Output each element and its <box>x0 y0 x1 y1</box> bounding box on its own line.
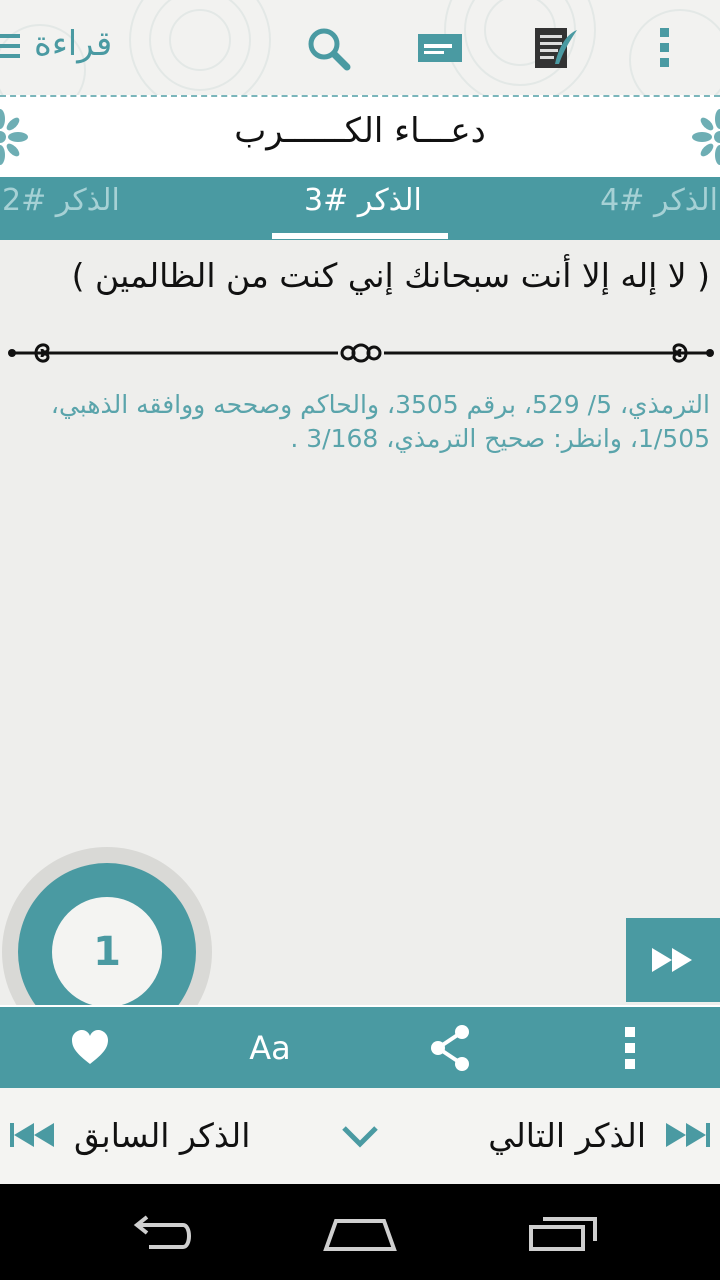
notes-button[interactable] <box>412 22 468 74</box>
home-icon <box>323 1219 397 1251</box>
overflow-menu-button[interactable] <box>636 22 692 74</box>
share-button[interactable] <box>405 1007 495 1088</box>
app-title: قراءة <box>34 24 113 64</box>
recent-apps-icon <box>529 1217 597 1251</box>
overflow-menu-icon <box>660 28 669 67</box>
back-icon <box>133 1215 191 1249</box>
notes-icon <box>418 34 462 62</box>
top-app-bar: قراءة <box>0 0 720 95</box>
write-note-button[interactable] <box>528 22 584 74</box>
chevron-down-icon[interactable] <box>336 1118 384 1154</box>
previous-zikr-button[interactable]: الذكر السابق <box>8 1110 250 1160</box>
skip-forward-button[interactable] <box>626 918 720 1002</box>
action-bar: Aa <box>0 1005 720 1088</box>
counter-value: 1 <box>93 929 121 975</box>
search-button[interactable] <box>300 22 356 74</box>
zikr-text: ( لا إله إلا أنت سبحانك إني كنت من الظال… <box>71 256 710 295</box>
counter-face: 1 <box>52 897 162 1005</box>
tasbeeh-counter[interactable]: 1 <box>0 845 215 1005</box>
section-header: دعـــاء الكــــــرب <box>0 95 720 177</box>
tab-zikr-4[interactable]: الذكر #4 <box>600 183 718 218</box>
next-zikr-label: الذكر التالي <box>488 1115 646 1155</box>
more-icon <box>625 1026 635 1069</box>
font-size-button[interactable]: Aa <box>225 1007 315 1088</box>
counter-frame: 1 <box>2 847 212 1005</box>
zikr-navigation: الذكر السابق الذكر التالي <box>0 1088 720 1184</box>
skip-next-icon <box>666 1123 710 1147</box>
source-reference: الترمذي، 5/ 529، برقم 3505، والحاكم وصحح… <box>50 390 710 453</box>
header-title: دعـــاء الكــــــرب <box>234 111 486 151</box>
tab-zikr-2[interactable]: الذكر #2 <box>2 183 120 218</box>
write-note-icon <box>535 28 577 68</box>
next-zikr-button[interactable]: الذكر التالي <box>488 1110 712 1160</box>
system-recents-button[interactable] <box>518 1208 608 1258</box>
header-ornament-right <box>692 109 720 165</box>
active-tab-indicator <box>272 233 448 239</box>
font-size-icon: Aa <box>249 1028 291 1067</box>
ornamental-divider <box>8 343 714 363</box>
drawer-menu-button[interactable]: قراءة <box>0 24 130 68</box>
heart-icon <box>72 1029 108 1064</box>
menu-icon <box>0 34 20 58</box>
system-back-button[interactable] <box>115 1208 205 1258</box>
counter-ring: 1 <box>18 863 196 1005</box>
share-icon <box>431 1024 469 1071</box>
previous-zikr-label: الذكر السابق <box>74 1115 251 1155</box>
tab-zikr-3[interactable]: الذكر #3 <box>304 183 422 218</box>
fast-forward-icon <box>652 948 692 972</box>
system-navigation-bar <box>0 1184 720 1280</box>
favorite-button[interactable] <box>45 1007 135 1088</box>
skip-previous-icon <box>10 1123 54 1147</box>
search-icon <box>308 28 351 71</box>
zikr-tabs: الذكر #4 الذكر #3 الذكر #2 <box>0 177 720 240</box>
more-options-button[interactable] <box>585 1007 675 1088</box>
system-home-button[interactable] <box>315 1208 405 1258</box>
